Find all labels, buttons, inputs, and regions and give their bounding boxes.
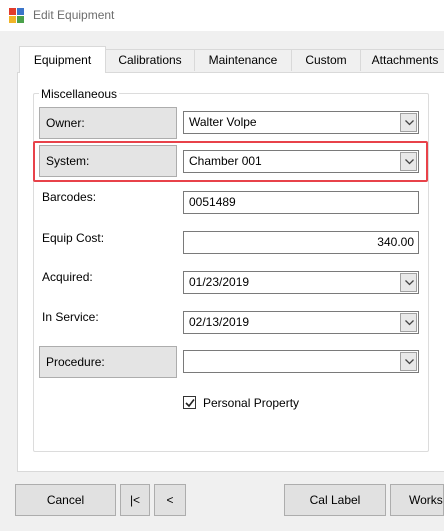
checkmark-icon [185,399,195,408]
system-combo[interactable]: Chamber 001 [183,150,419,173]
in-service-date-picker[interactable]: 02/13/2019 [183,311,419,334]
owner-label[interactable]: Owner: [39,107,177,139]
first-record-button[interactable]: |< [120,484,150,516]
chevron-down-icon[interactable] [400,352,417,371]
equip-cost-input[interactable]: 340.00 [183,231,419,254]
chevron-down-icon[interactable] [400,152,417,171]
in-service-value: 02/13/2019 [189,315,250,329]
barcodes-label: Barcodes: [42,190,97,204]
acquired-label: Acquired: [42,270,93,284]
window-title: Edit Equipment [33,8,115,22]
system-label[interactable]: System: [39,145,177,177]
tab-calibrations[interactable]: Calibrations [105,49,195,71]
procedure-label[interactable]: Procedure: [39,346,177,378]
tab-maintenance[interactable]: Maintenance [194,49,292,71]
previous-record-button[interactable]: < [154,484,186,516]
procedure-combo[interactable] [183,350,419,373]
chevron-down-icon[interactable] [400,273,417,292]
chevron-down-icon[interactable] [400,113,417,132]
chevron-down-icon[interactable] [400,313,417,332]
owner-combo[interactable]: Walter Volpe [183,111,419,134]
owner-value: Walter Volpe [189,115,257,129]
personal-property-label: Personal Property [203,396,300,410]
barcodes-input[interactable]: 0051489 [183,191,419,214]
in-service-label: In Service: [42,310,99,324]
equip-cost-label: Equip Cost: [42,231,105,245]
cal-label-button[interactable]: Cal Label [284,484,386,516]
acquired-date-picker[interactable]: 01/23/2019 [183,271,419,294]
tab-attachments[interactable]: Attachments [360,49,444,71]
personal-property-checkbox[interactable] [183,396,196,409]
tab-custom[interactable]: Custom [291,49,361,71]
system-value: Chamber 001 [189,154,262,168]
acquired-value: 01/23/2019 [189,275,250,289]
works-button[interactable]: Works [390,484,444,516]
group-title: Miscellaneous [39,87,120,101]
app-icon [9,8,24,23]
cancel-button[interactable]: Cancel [15,484,116,516]
tab-equipment[interactable]: Equipment [19,46,106,73]
title-bar: Edit Equipment [0,0,444,31]
